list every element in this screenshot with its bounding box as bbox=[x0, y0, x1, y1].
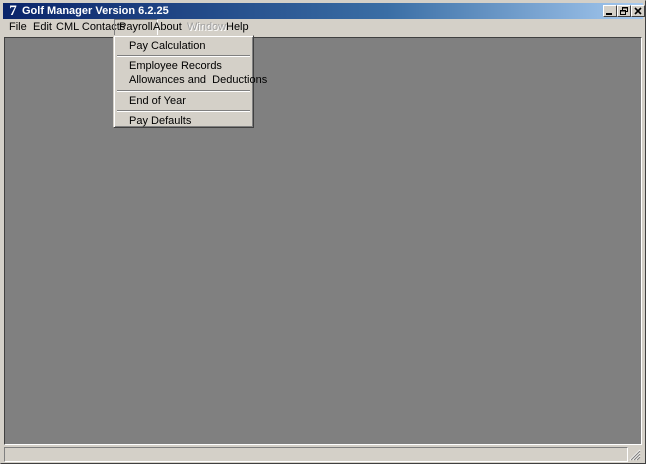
menu-item-end-of-year[interactable]: End of Year bbox=[117, 94, 250, 108]
resize-grip-icon[interactable] bbox=[629, 449, 641, 461]
menu-separator bbox=[117, 110, 250, 112]
menu-item-pay-defaults[interactable]: Pay Defaults bbox=[117, 114, 250, 128]
restore-icon bbox=[620, 7, 628, 15]
menu-item-pay-calculation[interactable]: Pay Calculation bbox=[117, 39, 250, 53]
mdi-client-area[interactable] bbox=[4, 37, 642, 445]
menu-file[interactable]: File bbox=[5, 19, 31, 36]
minimize-icon bbox=[606, 13, 612, 15]
menu-separator bbox=[117, 90, 250, 92]
menu-separator bbox=[117, 55, 250, 57]
menu-bar: File Edit CML Contacts Payroll About Win… bbox=[3, 19, 643, 36]
close-icon bbox=[634, 7, 642, 15]
minimize-button[interactable] bbox=[603, 5, 617, 17]
menu-item-employee-records[interactable]: Employee Records bbox=[117, 59, 250, 73]
status-bar bbox=[4, 447, 642, 462]
status-pane bbox=[4, 447, 628, 462]
close-button[interactable] bbox=[631, 5, 645, 17]
menu-item-allowances-deductions[interactable]: Allowances and Deductions bbox=[117, 73, 267, 87]
app-icon[interactable]: 7 bbox=[6, 3, 20, 19]
menu-help[interactable]: Help bbox=[222, 19, 253, 36]
payroll-dropdown-menu: Pay Calculation Employee Records Allowan… bbox=[113, 35, 267, 128]
window-title: Golf Manager Version 6.2.25 bbox=[22, 5, 169, 17]
app-window: 7 Golf Manager Version 6.2.25 File Edit … bbox=[0, 0, 646, 464]
restore-button[interactable] bbox=[617, 5, 631, 17]
title-bar[interactable]: 7 Golf Manager Version 6.2.25 bbox=[3, 3, 645, 19]
menu-about[interactable]: About bbox=[149, 19, 186, 36]
